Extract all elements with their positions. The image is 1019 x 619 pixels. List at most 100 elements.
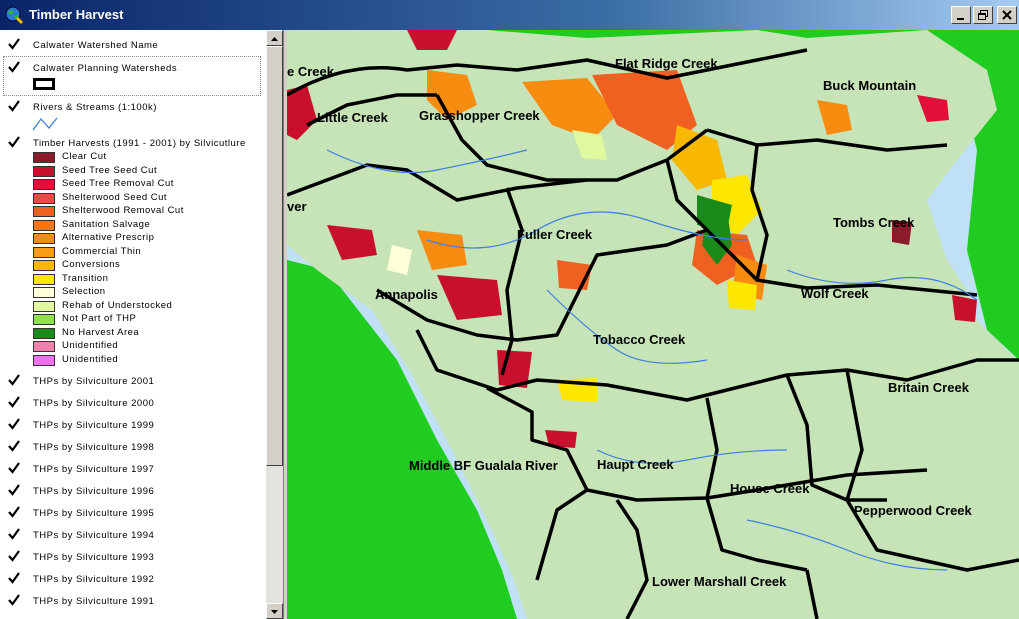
checkmark-icon	[8, 440, 20, 452]
checkmark-icon	[8, 594, 20, 606]
legend-class-label: Unidentified	[62, 340, 119, 351]
watershed-label: ver	[287, 199, 307, 214]
checkmark-icon	[8, 550, 20, 562]
watershed-outline-symbol	[33, 78, 55, 90]
legend-class-label: Commercial Thin	[62, 245, 142, 257]
legend-class-label: Shelterwood Removal Cut	[62, 205, 184, 216]
checkmark-icon	[8, 396, 20, 408]
layer-label[interactable]: THPs by Silviculture 1995	[33, 508, 154, 519]
layer-visibility-checkbox[interactable]	[7, 571, 21, 585]
restore-button[interactable]	[973, 6, 993, 24]
legend-scrollbar[interactable]	[266, 30, 283, 619]
legend-swatch	[33, 273, 55, 285]
layer-visibility-checkbox[interactable]	[7, 505, 21, 519]
layer-visibility-checkbox[interactable]	[7, 527, 21, 541]
layer-label[interactable]: THPs by Silviculture 1998	[33, 442, 154, 453]
legend-class-label: Shelterwood Seed Cut	[62, 191, 168, 203]
layer-visibility-checkbox[interactable]	[7, 417, 21, 431]
minimize-icon	[957, 18, 964, 20]
watershed-label: Buck Mountain	[823, 78, 916, 93]
layer-visibility-checkbox[interactable]	[7, 483, 21, 497]
watershed-label: Grasshopper Creek	[419, 108, 540, 123]
watershed-label: Tobacco Creek	[593, 332, 686, 347]
map-canvas[interactable]: Flat Ridge Creek Buck Mountain Little Cree…	[287, 30, 1019, 619]
checkmark-icon	[8, 462, 20, 474]
legend-swatch	[33, 179, 55, 190]
layer-label[interactable]: Timber Harvests (1991 - 2001) by Silvicu…	[33, 138, 246, 149]
legend-class-label: Clear Cut	[62, 151, 107, 162]
layer-label[interactable]: Calwater Watershed Name	[33, 40, 158, 51]
title-bar: Timber Harvest	[0, 0, 1019, 30]
layer-label[interactable]: THPs by Silviculture 1991	[33, 596, 154, 607]
checkmark-icon	[8, 418, 20, 430]
layer-visibility-checkbox[interactable]	[7, 439, 21, 453]
layer-label[interactable]: THPs by Silviculture 1992	[33, 574, 154, 585]
layer-label[interactable]: Rivers & Streams (1:100k)	[33, 102, 157, 113]
close-button[interactable]	[997, 6, 1017, 24]
layer-visibility-checkbox[interactable]	[7, 395, 21, 409]
legend-panel: Calwater Watershed Name Calwater Planning…	[0, 30, 283, 619]
layer-label[interactable]: THPs by Silviculture 1997	[33, 464, 154, 475]
legend-class-label: Transition	[62, 272, 109, 284]
selected-layer-outline	[3, 56, 261, 96]
map-view[interactable]: Flat Ridge Creek Buck Mountain Little Cree…	[287, 30, 1019, 619]
scroll-thumb[interactable]	[266, 46, 283, 466]
legend-swatch	[33, 206, 55, 217]
checkmark-icon	[8, 61, 20, 73]
restore-icon	[978, 10, 988, 20]
layer-label[interactable]: THPs by Silviculture 1996	[33, 486, 154, 497]
layer-visibility-checkbox[interactable]	[7, 135, 21, 149]
layer-visibility-checkbox[interactable]	[7, 60, 21, 74]
layer-visibility-checkbox[interactable]	[7, 373, 21, 387]
layer-label[interactable]: Calwater Planning Watersheds	[33, 63, 177, 74]
checkmark-icon	[8, 100, 20, 112]
layer-label[interactable]: THPs by Silviculture 1994	[33, 530, 154, 541]
layer-visibility-checkbox[interactable]	[7, 549, 21, 563]
layer-label[interactable]: THPs by Silviculture 1999	[33, 420, 154, 431]
legend-swatch	[33, 287, 55, 298]
legend-swatch	[33, 314, 55, 325]
watershed-label: Haupt Creek	[597, 457, 674, 472]
checkmark-icon	[8, 136, 20, 148]
legend-class-label: Alternative Prescrip	[62, 232, 155, 243]
checkmark-icon	[8, 506, 20, 518]
checkmark-icon	[8, 374, 20, 386]
arrow-down-icon	[271, 610, 278, 614]
legend-class-label: Seed Tree Removal Cut	[62, 178, 174, 189]
legend-swatch	[33, 233, 55, 244]
watershed-label: Middle BF Gualala River	[409, 458, 558, 473]
legend-class-label: Seed Tree Seed Cut	[62, 164, 158, 176]
layer-label[interactable]: THPs by Silviculture 1993	[33, 552, 154, 563]
checkmark-icon	[8, 528, 20, 540]
checkmark-icon	[8, 38, 20, 50]
layer-visibility-checkbox[interactable]	[7, 99, 21, 113]
layer-visibility-checkbox[interactable]	[7, 37, 21, 51]
scroll-down-button[interactable]	[266, 603, 283, 619]
legend-swatch	[33, 341, 55, 352]
watershed-label: Lower Marshall Creek	[652, 574, 787, 589]
watershed-label: Little Creek	[317, 110, 389, 125]
watershed-label: Pepperwood Creek	[854, 503, 973, 518]
legend-class-label: Not Part of THP	[62, 313, 137, 324]
layer-label[interactable]: THPs by Silviculture 2001	[33, 376, 154, 387]
watershed-label: Annapolis	[375, 287, 438, 302]
scroll-up-button[interactable]	[266, 30, 283, 46]
minimize-button[interactable]	[951, 6, 971, 24]
stream-line-symbol	[32, 117, 58, 131]
checkmark-icon	[8, 484, 20, 496]
harvest-polygon	[727, 280, 757, 310]
watershed-label: e Creek	[287, 64, 335, 79]
window-title: Timber Harvest	[29, 7, 124, 22]
legend-swatch	[33, 192, 55, 204]
legend-class-label: Conversions	[62, 259, 121, 270]
watershed-label: Tombs Creek	[833, 215, 915, 230]
legend-swatch	[33, 260, 55, 271]
layer-visibility-checkbox[interactable]	[7, 461, 21, 475]
layer-visibility-checkbox[interactable]	[7, 593, 21, 607]
watershed-label: Britain Creek	[888, 380, 970, 395]
legend-list: Calwater Watershed Name Calwater Planning…	[0, 30, 266, 619]
legend-class-label: No Harvest Area	[62, 326, 140, 338]
layer-label[interactable]: THPs by Silviculture 2000	[33, 398, 154, 409]
legend-class-label: Unidentified	[62, 353, 119, 365]
watershed-label: House Creek	[730, 481, 810, 496]
